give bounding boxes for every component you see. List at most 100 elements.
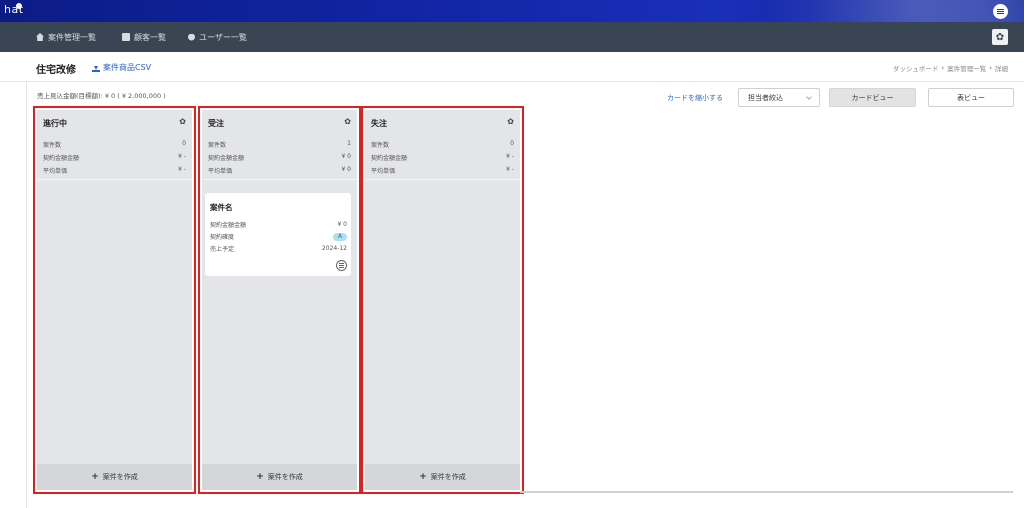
plus-icon: + bbox=[256, 472, 264, 482]
page-title: 住宅改修 bbox=[36, 65, 76, 76]
horizontal-scrollbar[interactable] bbox=[520, 491, 1013, 493]
chevron-down-icon bbox=[806, 94, 812, 100]
create-project-label: 案件を作成 bbox=[102, 473, 138, 481]
stat-label: 案件数 bbox=[43, 142, 62, 149]
stat-value: ¥ 0 bbox=[341, 166, 351, 173]
stat-value: 0 bbox=[182, 140, 186, 147]
sales-summary: 売上見込金額(目標額): ¥ 0 ( ¥ 2,000,000 ) bbox=[37, 92, 166, 100]
nav-item-projects[interactable]: 案件管理一覧 bbox=[36, 22, 96, 52]
assignee-filter-select[interactable]: 担当者絞込 bbox=[738, 88, 820, 107]
list-menu-icon[interactable] bbox=[336, 260, 347, 271]
card-row-value: 2024-12 bbox=[321, 245, 347, 252]
column-divider bbox=[365, 179, 520, 180]
stat-row: 平均単価 ¥ - bbox=[371, 166, 514, 175]
user-icon bbox=[188, 33, 195, 41]
shrink-cards-link[interactable]: カードを縮小する bbox=[667, 93, 723, 103]
gear-icon[interactable]: ✿ bbox=[179, 117, 186, 126]
create-project-button[interactable]: + 案件を作成 bbox=[202, 464, 357, 490]
download-icon bbox=[92, 64, 100, 72]
brand-decoration bbox=[664, 0, 1024, 22]
main-nav: 案件管理一覧 顧客一覧 ユーザー一覧 ✿ bbox=[0, 22, 1024, 52]
gear-icon: ✿ bbox=[995, 31, 1005, 43]
stat-row: 契約金額金額 ¥ - bbox=[43, 153, 186, 162]
stat-value: ¥ - bbox=[506, 153, 514, 160]
gear-icon[interactable]: ✿ bbox=[507, 117, 514, 126]
card-row-label: 売上予定 bbox=[210, 246, 235, 253]
column-highlight: 失注 ✿ 案件数 0 契約金額金額 ¥ - 平均単価 ¥ - + 案件を作成 bbox=[361, 106, 524, 494]
brand-bar: hat bbox=[0, 0, 1024, 22]
nav-item-label: 顧客一覧 bbox=[134, 32, 166, 42]
card-row: 契約確度 A bbox=[210, 232, 347, 241]
column-title: 進行中 bbox=[43, 119, 67, 128]
page-header: 住宅改修 案件商品CSV ダッシュボード › 案件管理一覧 › 詳細 bbox=[0, 52, 1024, 82]
create-project-button[interactable]: + 案件を作成 bbox=[37, 464, 192, 490]
breadcrumb-item-dashboard[interactable]: ダッシュボード bbox=[893, 63, 939, 73]
column-title: 失注 bbox=[371, 119, 387, 128]
column-highlight: 進行中 ✿ 案件数 0 契約金額金額 ¥ - 平均単価 ¥ - + 案件を作成 bbox=[33, 106, 196, 494]
create-project-label: 案件を作成 bbox=[430, 473, 466, 481]
card-row: 売上予定 2024-12 bbox=[210, 244, 347, 253]
settings-button[interactable]: ✿ bbox=[992, 29, 1008, 45]
book-icon bbox=[122, 33, 130, 41]
csv-download-link[interactable]: 案件商品CSV bbox=[92, 62, 151, 73]
breadcrumb-item-detail: 詳細 bbox=[995, 65, 1008, 73]
column-divider bbox=[202, 179, 357, 180]
left-rail-divider bbox=[26, 82, 27, 508]
card-view-button[interactable]: カードビュー bbox=[829, 88, 916, 107]
card-row-label: 契約確度 bbox=[210, 234, 235, 241]
nav-item-label: 案件管理一覧 bbox=[48, 32, 96, 42]
stat-label: 契約金額金額 bbox=[371, 155, 408, 162]
column-highlight: 受注 ✿ 案件数 1 契約金額金額 ¥ 0 平均単価 ¥ 0 案件名 契約金額金… bbox=[198, 106, 361, 494]
project-card[interactable]: 案件名 契約金額金額 ¥ 0 契約確度 A 売上予定 2024-12 bbox=[205, 193, 351, 276]
plus-icon: + bbox=[91, 472, 99, 482]
chevron-right-icon: › bbox=[989, 64, 992, 72]
card-row-label: 契約金額金額 bbox=[210, 222, 247, 229]
stat-label: 案件数 bbox=[371, 142, 390, 149]
home-icon bbox=[36, 33, 44, 41]
create-project-label: 案件を作成 bbox=[267, 473, 303, 481]
kanban-column-won: 受注 ✿ 案件数 1 契約金額金額 ¥ 0 平均単価 ¥ 0 案件名 契約金額金… bbox=[202, 110, 357, 490]
stat-label: 平均単価 bbox=[208, 168, 233, 175]
column-title: 受注 bbox=[208, 119, 224, 128]
stat-row: 契約金額金額 ¥ 0 bbox=[208, 153, 351, 162]
stat-value: ¥ - bbox=[178, 153, 186, 160]
stat-label: 契約金額金額 bbox=[208, 155, 245, 162]
user-menu-button[interactable] bbox=[993, 4, 1008, 19]
stat-label: 平均単価 bbox=[371, 168, 396, 175]
certainty-badge: A bbox=[332, 232, 347, 241]
card-title: 案件名 bbox=[210, 203, 233, 212]
stat-value: ¥ - bbox=[178, 166, 186, 173]
kanban-column-lost: 失注 ✿ 案件数 0 契約金額金額 ¥ - 平均単価 ¥ - + 案件を作成 bbox=[365, 110, 520, 490]
assignee-filter-label: 担当者絞込 bbox=[748, 93, 783, 102]
stat-label: 契約金額金額 bbox=[43, 155, 80, 162]
breadcrumb: ダッシュボード › 案件管理一覧 › 詳細 bbox=[893, 63, 1008, 73]
table-view-button[interactable]: 表ビュー bbox=[928, 88, 1014, 107]
stat-value: 0 bbox=[510, 140, 514, 147]
column-divider bbox=[37, 179, 192, 180]
stat-label: 案件数 bbox=[208, 142, 227, 149]
stat-row: 契約金額金額 ¥ - bbox=[371, 153, 514, 162]
stat-value: ¥ - bbox=[506, 166, 514, 173]
nav-item-label: ユーザー一覧 bbox=[199, 32, 247, 42]
kanban-column-in-progress: 進行中 ✿ 案件数 0 契約金額金額 ¥ - 平均単価 ¥ - + 案件を作成 bbox=[37, 110, 192, 490]
stat-value: 1 bbox=[347, 140, 351, 147]
csv-link-label: 案件商品CSV bbox=[103, 63, 152, 72]
breadcrumb-item-projects[interactable]: 案件管理一覧 bbox=[947, 63, 986, 73]
stat-label: 平均単価 bbox=[43, 168, 68, 175]
stat-row: 案件数 0 bbox=[43, 140, 186, 149]
create-project-button[interactable]: + 案件を作成 bbox=[365, 464, 520, 490]
gear-icon[interactable]: ✿ bbox=[344, 117, 351, 126]
stat-row: 平均単価 ¥ - bbox=[43, 166, 186, 175]
stat-row: 案件数 0 bbox=[371, 140, 514, 149]
menu-lines-icon bbox=[997, 8, 1004, 15]
plus-icon: + bbox=[419, 472, 427, 482]
stat-row: 案件数 1 bbox=[208, 140, 351, 149]
card-row: 契約金額金額 ¥ 0 bbox=[210, 220, 347, 229]
card-row-value: ¥ 0 bbox=[337, 221, 347, 228]
chevron-right-icon: › bbox=[941, 64, 945, 72]
stat-row: 平均単価 ¥ 0 bbox=[208, 166, 351, 175]
nav-item-users[interactable]: ユーザー一覧 bbox=[188, 22, 247, 52]
stat-value: ¥ 0 bbox=[341, 153, 351, 160]
nav-item-customers[interactable]: 顧客一覧 bbox=[122, 22, 166, 52]
logo-mark-icon bbox=[16, 3, 22, 9]
